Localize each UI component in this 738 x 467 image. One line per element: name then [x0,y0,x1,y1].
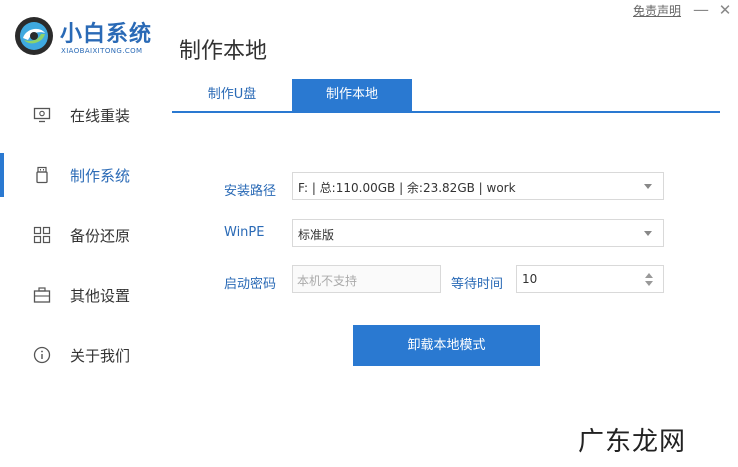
boot-password-input[interactable]: 本机不支持 [292,265,441,293]
watermark-text: 广东龙网 [578,427,687,457]
app-logo: 小白系统 XIAOBAIXITONG.COM [14,14,164,64]
briefcase-icon [33,287,51,303]
usb-drive-icon [36,166,48,184]
install-path-value: F: | 总:110.00GB | 余:23.82GB | work [298,181,516,195]
boot-password-placeholder: 本机不支持 [297,274,358,288]
sidebar-item-label: 备份还原 [70,227,131,245]
grid-restore-icon [33,226,51,244]
logo-name: 小白系统 [60,22,153,47]
logo-subtitle: XIAOBAIXITONG.COM [61,47,143,55]
stepper-up-icon[interactable] [645,273,653,278]
tab-make-local[interactable]: 制作本地 [292,79,412,111]
wait-time-label: 等待时间 [451,277,504,292]
stepper-down-icon[interactable] [645,281,653,286]
sidebar-item-label: 其他设置 [70,287,131,305]
minimize-button[interactable]: — [692,1,710,19]
logo-mark-icon [15,17,53,55]
sidebar-item-make-system[interactable]: 制作系统 [0,145,160,205]
sidebar-item-label: 在线重装 [70,107,131,125]
sidebar-item-backup-restore[interactable]: 备份还原 [0,205,160,265]
tab-bar: 制作U盘 制作本地 [172,79,720,113]
install-path-label: 安装路径 [224,184,277,199]
sidebar-item-label: 关于我们 [70,347,131,365]
chevron-down-icon [644,184,652,189]
wait-time-value: 10 [522,272,538,286]
sidebar-item-other-settings[interactable]: 其他设置 [0,265,160,325]
page-title: 制作本地 [179,39,268,64]
tab-make-usb[interactable]: 制作U盘 [172,79,292,111]
sidebar-item-label: 制作系统 [70,167,131,185]
install-path-select[interactable]: F: | 总:110.00GB | 余:23.82GB | work [292,172,664,200]
chevron-down-icon [644,231,652,236]
winpe-value: 标准版 [298,228,335,242]
winpe-label: WinPE [224,225,265,240]
sidebar-item-about-us[interactable]: 关于我们 [0,325,160,385]
boot-password-label: 启动密码 [224,277,277,292]
winpe-select[interactable]: 标准版 [292,219,664,247]
disclaimer-link[interactable]: 免责声明 [633,2,681,19]
uninstall-local-mode-button[interactable]: 卸载本地模式 [353,325,540,366]
wait-time-stepper[interactable]: 10 [516,265,664,293]
sidebar-item-online-reinstall[interactable]: 在线重装 [0,85,160,145]
monitor-icon [33,107,51,123]
info-icon [33,346,51,364]
close-button[interactable]: ✕ [716,1,734,19]
